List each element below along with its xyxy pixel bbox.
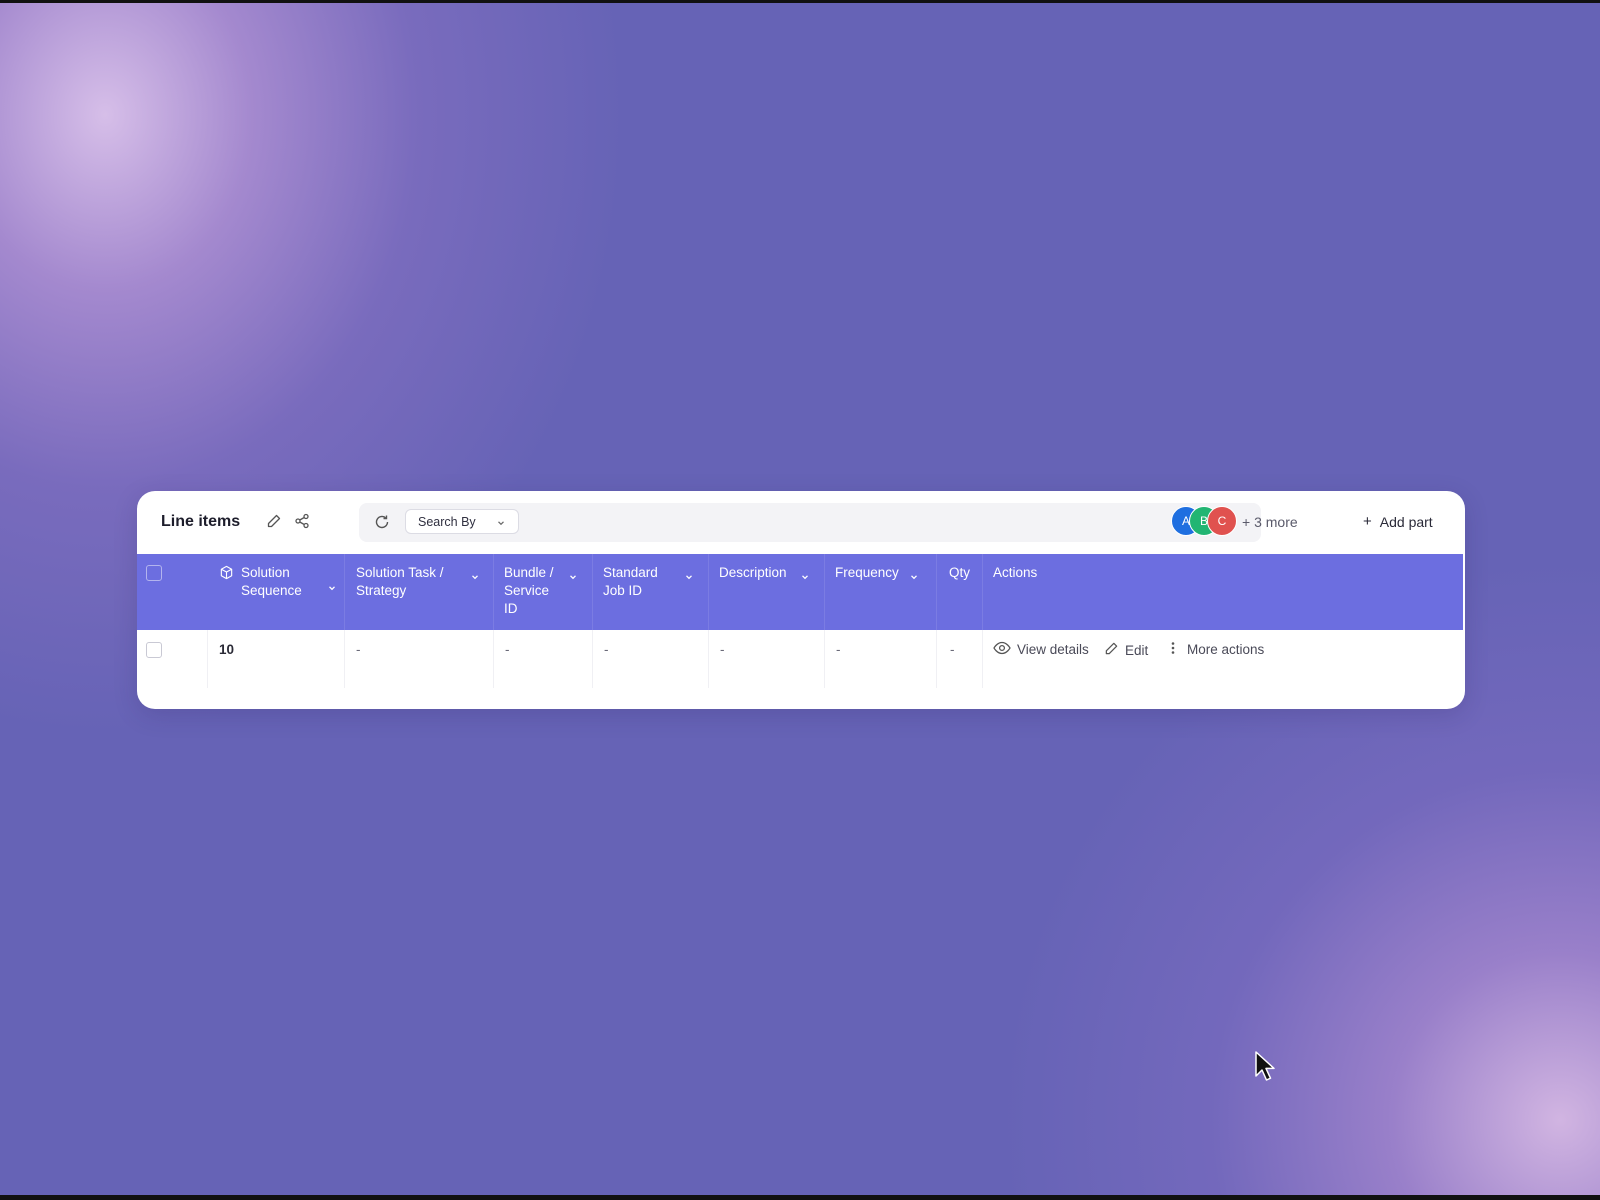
column-header-qty[interactable]: Qty xyxy=(949,564,970,582)
refresh-icon[interactable] xyxy=(373,513,391,531)
column-divider xyxy=(344,554,345,630)
column-divider xyxy=(493,554,494,630)
column-divider xyxy=(824,554,825,630)
view-details-button[interactable]: View details xyxy=(993,641,1089,658)
column-divider xyxy=(592,630,593,688)
column-label: Bundle / Service ID xyxy=(504,565,554,616)
line-items-panel: Line items Search By A B C + 3 more + Ad… xyxy=(137,491,1465,709)
search-by-dropdown[interactable]: Search By xyxy=(405,509,519,534)
cell-frequency: - xyxy=(836,642,841,657)
select-all-checkbox[interactable] xyxy=(146,565,162,581)
cell-standard-job-id: - xyxy=(604,642,609,657)
kebab-icon xyxy=(1169,641,1177,658)
chevron-down-icon[interactable] xyxy=(909,569,919,580)
column-label: Actions xyxy=(993,565,1038,580)
column-divider xyxy=(207,630,208,688)
search-by-label: Search By xyxy=(418,514,476,529)
eye-icon xyxy=(993,641,1011,658)
plus-icon: + xyxy=(1363,513,1372,530)
column-divider xyxy=(982,554,983,630)
chevron-down-icon[interactable] xyxy=(568,569,578,580)
row-checkbox[interactable] xyxy=(146,642,162,658)
chevron-down-icon[interactable] xyxy=(684,569,694,580)
more-collaborators-link[interactable]: + 3 more xyxy=(1242,514,1298,530)
view-details-label: View details xyxy=(1017,642,1089,657)
column-divider xyxy=(936,630,937,688)
add-part-button[interactable]: + Add part xyxy=(1363,513,1433,530)
chevron-down-icon[interactable] xyxy=(470,569,480,580)
cell-description: - xyxy=(720,642,725,657)
top-border xyxy=(0,0,1600,3)
more-actions-label: More actions xyxy=(1187,642,1265,657)
column-label: Solution Sequence xyxy=(241,565,302,598)
column-divider xyxy=(592,554,593,630)
panel-toolbar: Line items Search By A B C + 3 more + Ad… xyxy=(137,491,1465,554)
edit-title-icon[interactable] xyxy=(265,512,283,530)
column-label: Description xyxy=(719,565,787,580)
panel-title: Line items xyxy=(161,513,241,530)
package-icon xyxy=(219,565,234,585)
chevron-down-icon xyxy=(496,517,506,527)
cell-solution-sequence: 10 xyxy=(219,642,235,657)
cell-solution-task: - xyxy=(356,642,361,657)
cell-qty: - xyxy=(950,642,955,657)
column-divider xyxy=(936,554,937,630)
add-part-label: Add part xyxy=(1379,513,1433,530)
edit-button[interactable]: Edit xyxy=(1104,641,1148,659)
bottom-border xyxy=(0,1195,1600,1200)
chevron-down-icon[interactable] xyxy=(800,569,810,580)
pencil-icon xyxy=(1104,641,1119,659)
more-actions-button[interactable]: More actions xyxy=(1169,641,1264,658)
mouse-cursor-icon xyxy=(1254,1050,1278,1084)
column-divider xyxy=(708,554,709,630)
share-icon[interactable] xyxy=(293,512,311,530)
column-divider xyxy=(708,630,709,688)
column-divider xyxy=(824,630,825,688)
chevron-down-icon[interactable] xyxy=(327,580,337,591)
avatar[interactable]: C xyxy=(1207,506,1237,536)
search-bar[interactable]: Search By xyxy=(359,503,1261,542)
edit-label: Edit xyxy=(1125,642,1149,658)
column-label: Standard Job ID xyxy=(603,565,658,598)
column-divider xyxy=(982,630,983,688)
table-header: Solution Sequence Solution Task / Strate… xyxy=(137,554,1463,630)
table-row[interactable]: 10 - - - - - - View details Edit More ac… xyxy=(137,630,1463,708)
column-label: Qty xyxy=(949,565,971,580)
column-header-actions: Actions xyxy=(993,564,1037,582)
cell-bundle-service-id: - xyxy=(505,642,510,657)
column-divider xyxy=(493,630,494,688)
column-label: Solution Task / Strategy xyxy=(356,565,444,598)
column-divider xyxy=(344,630,345,688)
